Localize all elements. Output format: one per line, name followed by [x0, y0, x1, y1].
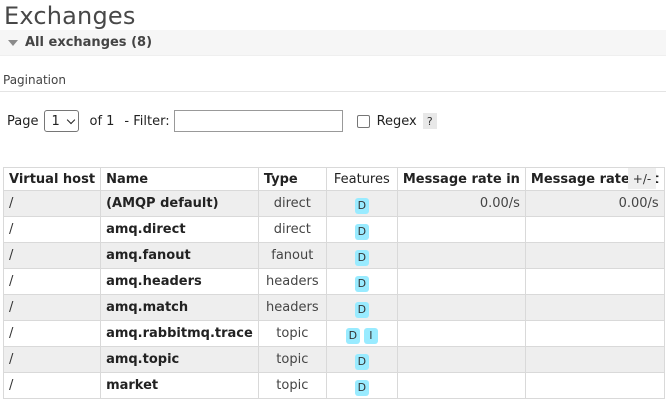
internal-badge: I	[363, 328, 378, 344]
column-header-name[interactable]: Name	[100, 167, 259, 191]
rate-out-cell	[524, 294, 665, 321]
page-count: of 1	[89, 113, 115, 129]
type-cell: topic	[257, 320, 327, 347]
vhost-cell: /	[2, 216, 102, 243]
page-title: Exchanges	[4, 2, 136, 30]
rate-in-cell	[396, 216, 526, 243]
rate-out-cell	[524, 216, 665, 243]
table-row: / (AMQP default) direct D 0.00/s 0.00/s	[2, 190, 665, 217]
section-label: All exchanges (8)	[25, 35, 153, 50]
durable-badge: D	[354, 380, 369, 396]
page-select-value: 1	[51, 113, 60, 129]
exchange-name-link[interactable]: amq.topic	[100, 346, 259, 373]
features-cell: D	[325, 190, 398, 217]
regex-label: Regex	[376, 113, 417, 129]
type-cell: topic	[257, 372, 327, 399]
rate-in-cell	[396, 268, 526, 295]
vhost-cell: /	[2, 346, 102, 373]
chevron-down-icon	[67, 115, 76, 124]
type-cell: direct	[257, 190, 327, 217]
regex-help-button[interactable]: ?	[422, 113, 437, 129]
features-cell: DI	[325, 320, 398, 347]
type-cell: topic	[257, 346, 327, 373]
features-cell: D	[325, 242, 398, 269]
table-header-row: Virtual host Name Type Features Message …	[2, 167, 665, 191]
vhost-cell: /	[2, 190, 102, 217]
column-header-type[interactable]: Type	[257, 167, 327, 191]
rate-out-cell	[524, 372, 665, 399]
table-row: / amq.fanout fanout D	[2, 242, 665, 269]
exchange-name-link[interactable]: amq.headers	[100, 268, 259, 295]
vhost-cell: /	[2, 242, 102, 269]
vhost-cell: /	[2, 372, 102, 399]
rate-out-cell	[524, 346, 665, 373]
durable-badge: D	[354, 250, 369, 266]
table-row: / amq.direct direct D	[2, 216, 665, 243]
durable-badge: D	[354, 276, 369, 292]
pagination-title: Pagination	[3, 73, 66, 87]
type-cell: headers	[257, 294, 327, 321]
features-cell: D	[325, 268, 398, 295]
filter-label: - Filter:	[124, 113, 170, 129]
durable-badge: D	[354, 302, 369, 318]
column-header-virtual-host[interactable]: Virtual host	[2, 167, 102, 191]
rate-in-cell	[396, 372, 526, 399]
type-cell: fanout	[257, 242, 327, 269]
type-cell: headers	[257, 268, 327, 295]
durable-badge: D	[345, 328, 360, 344]
page-label: Page	[7, 113, 39, 129]
rate-in-cell: 0.00/s	[396, 190, 526, 217]
regex-checkbox[interactable]	[356, 114, 370, 128]
collapse-triangle-icon	[8, 39, 18, 46]
rate-in-cell	[396, 242, 526, 269]
table-row: / market topic D	[2, 372, 665, 399]
vhost-cell: /	[2, 320, 102, 347]
table-row: / amq.topic topic D	[2, 346, 665, 373]
table-row: / amq.rabbitmq.trace topic DI	[2, 320, 665, 347]
divider	[0, 91, 666, 92]
durable-badge: D	[354, 198, 369, 214]
durable-badge: D	[354, 224, 369, 240]
rate-in-cell	[396, 346, 526, 373]
exchange-name-link[interactable]: market	[100, 372, 259, 399]
column-toggle-button[interactable]: +/-	[628, 168, 656, 189]
rate-in-cell	[396, 320, 526, 347]
column-header-rate-in[interactable]: Message rate in	[396, 167, 526, 191]
all-exchanges-section-toggle[interactable]: All exchanges (8)	[0, 30, 666, 56]
column-header-features: Features	[325, 167, 398, 191]
vhost-cell: /	[2, 294, 102, 321]
vhost-cell: /	[2, 268, 102, 295]
durable-badge: D	[354, 354, 369, 370]
rate-out-cell: 0.00/s	[524, 190, 665, 217]
exchange-name-link[interactable]: amq.match	[100, 294, 259, 321]
rate-in-cell	[396, 294, 526, 321]
rate-out-cell	[524, 268, 665, 295]
table-row: / amq.headers headers D	[2, 268, 665, 295]
features-cell: D	[325, 372, 398, 399]
exchange-name-link[interactable]: amq.direct	[100, 216, 259, 243]
exchanges-table: Virtual host Name Type Features Message …	[2, 167, 665, 399]
features-cell: D	[325, 294, 398, 321]
rate-out-cell	[524, 242, 665, 269]
rate-out-cell	[524, 320, 665, 347]
pagination-controls: Page 1 of 1 - Filter: Regex ?	[7, 110, 437, 132]
type-cell: direct	[257, 216, 327, 243]
features-cell: D	[325, 216, 398, 243]
exchange-name-link[interactable]: amq.fanout	[100, 242, 259, 269]
table-row: / amq.match headers D	[2, 294, 665, 321]
exchange-name-link[interactable]: amq.rabbitmq.trace	[100, 320, 259, 347]
exchange-name-link[interactable]: (AMQP default)	[100, 190, 259, 217]
filter-input[interactable]	[173, 110, 343, 132]
features-cell: D	[325, 346, 398, 373]
page-select[interactable]: 1	[44, 110, 80, 132]
